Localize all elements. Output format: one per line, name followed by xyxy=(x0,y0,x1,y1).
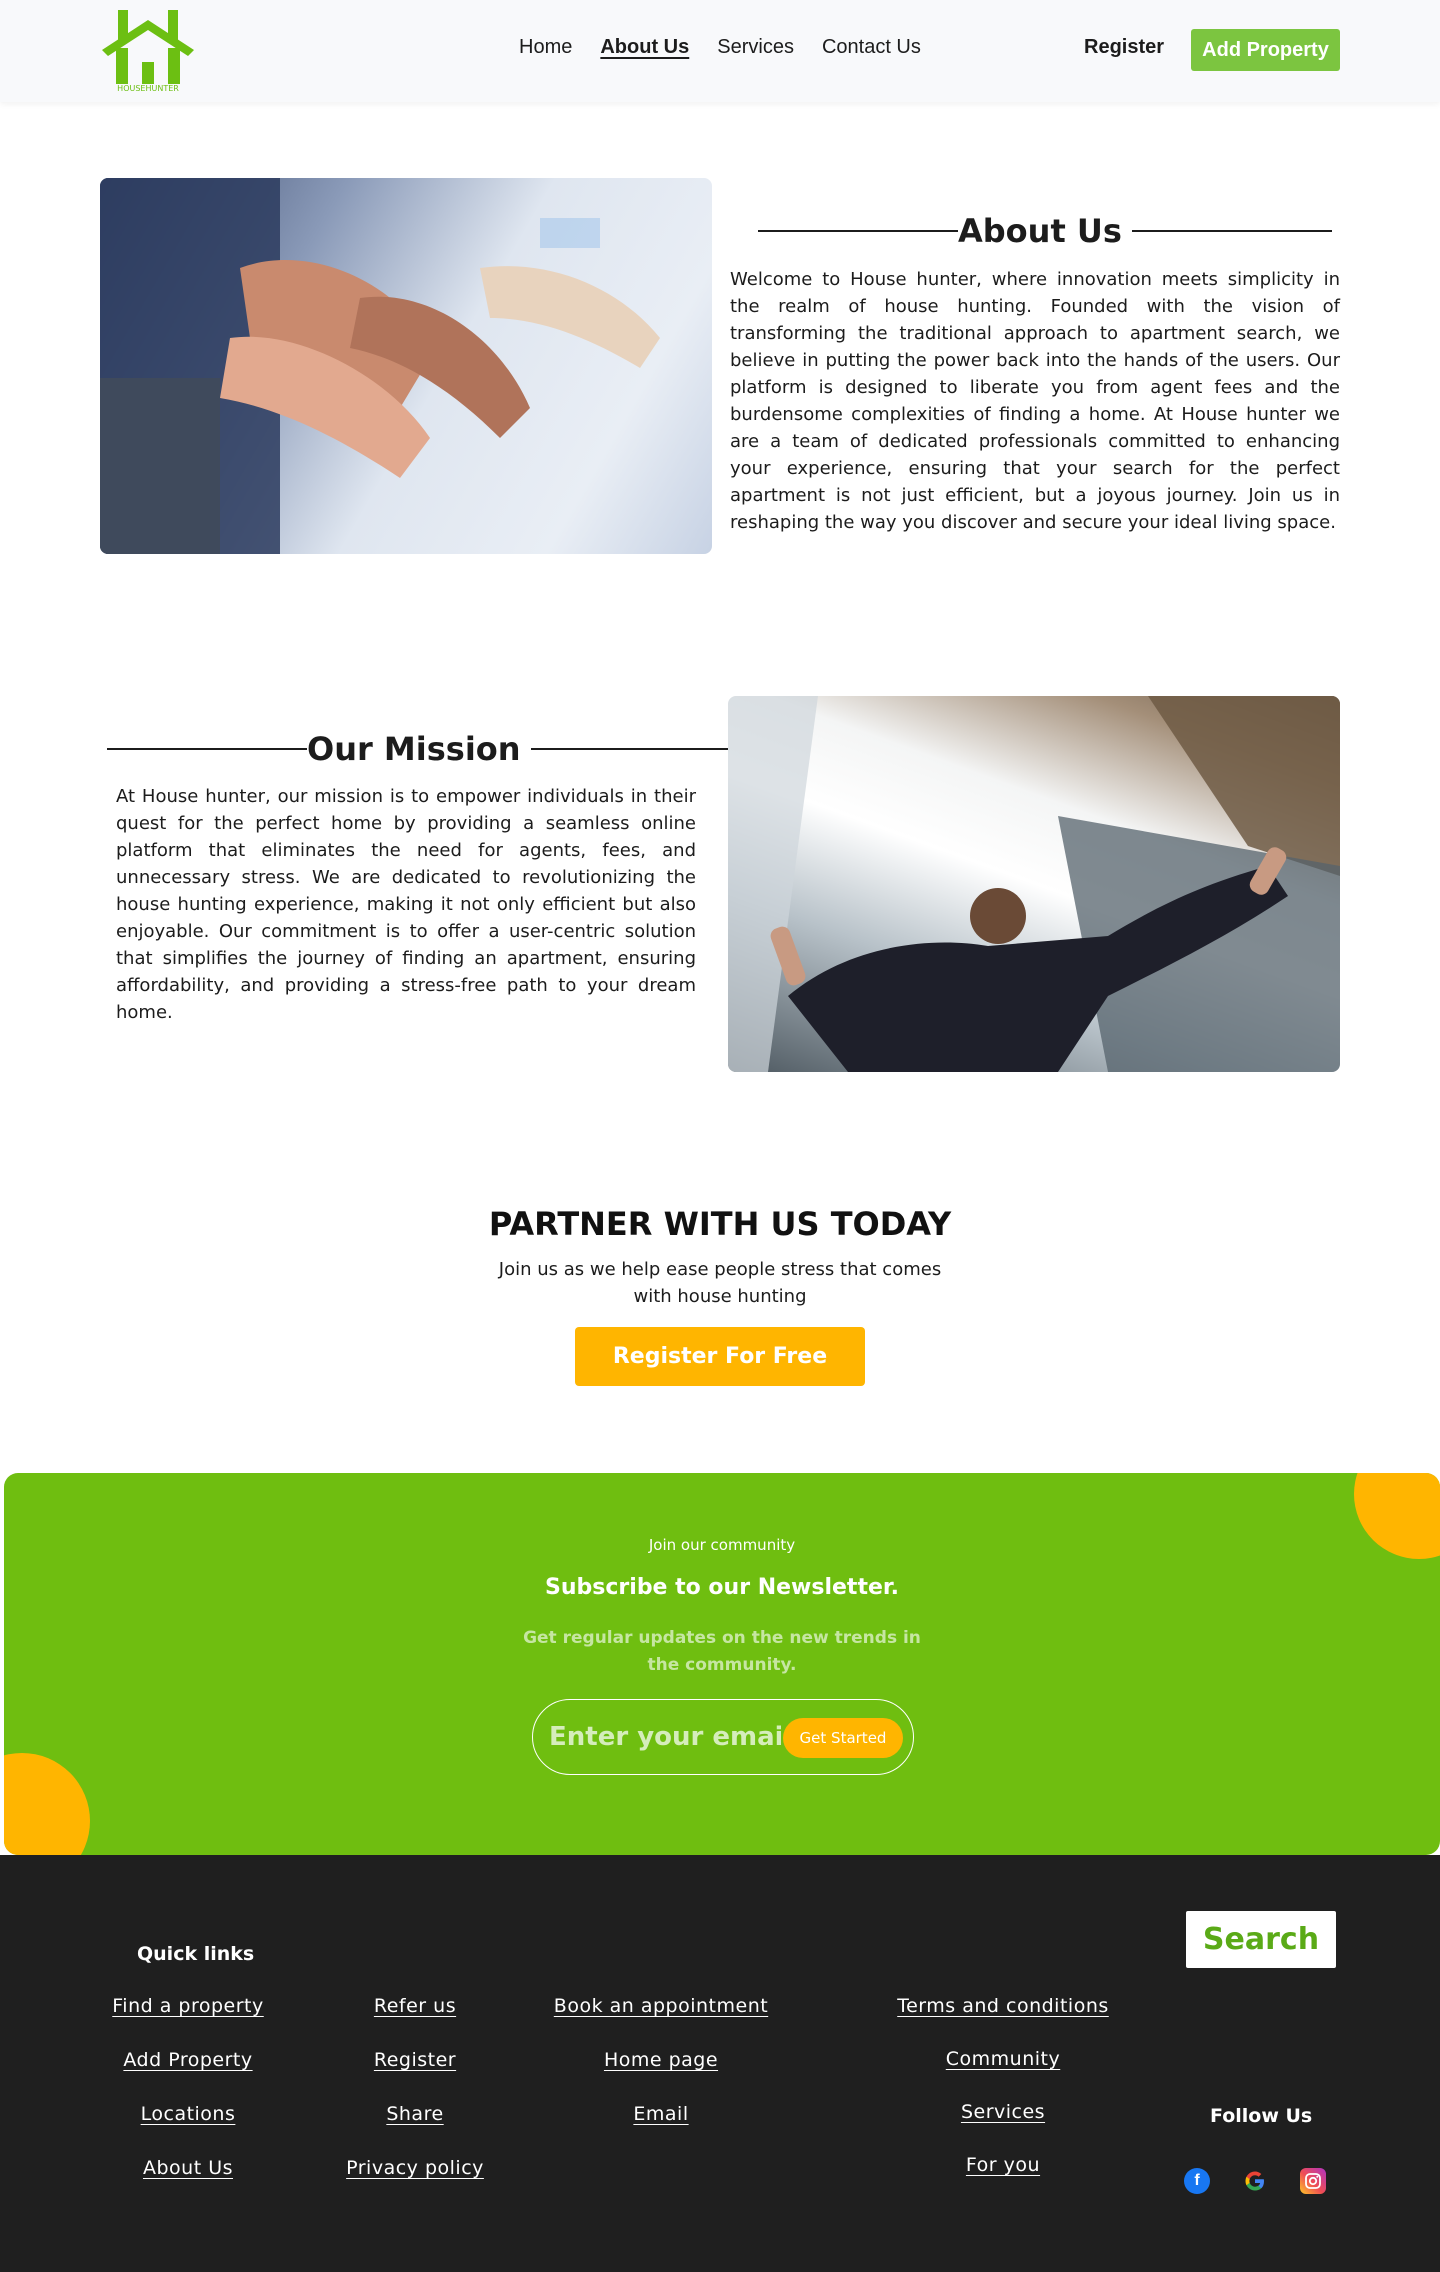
google-icon[interactable] xyxy=(1242,2168,1268,2194)
facebook-icon[interactable]: f xyxy=(1184,2168,1210,2194)
mission-title: Our Mission xyxy=(307,730,521,768)
footer-link-terms[interactable]: Terms and conditions xyxy=(897,1995,1109,2017)
newsletter-description: Get regular updates on the new trends in… xyxy=(523,1628,921,1675)
partner-subtitle: Join us as we help ease people stress th… xyxy=(498,1259,942,1307)
follow-us-heading: Follow Us xyxy=(1210,2105,1313,2127)
footer-link-for-you[interactable]: For you xyxy=(966,2154,1040,2176)
footer-link-privacy-policy[interactable]: Privacy policy xyxy=(346,2157,484,2179)
footer-search-button[interactable]: Search xyxy=(1186,1911,1336,1968)
partner-title: PARTNER WITH US TODAY xyxy=(488,1205,952,1243)
quick-links-heading: Quick links xyxy=(137,1943,255,1965)
footer-link-add-property[interactable]: Add Property xyxy=(123,2049,252,2071)
mission-heading: Our Mission xyxy=(107,730,731,768)
about-title: About Us xyxy=(958,212,1122,250)
about-heading: About Us xyxy=(758,212,1332,250)
newsletter-form: Get Started xyxy=(532,1699,914,1775)
about-text: Welcome to House hunter, where innovatio… xyxy=(730,269,1340,533)
decorative-circle-bottom-left xyxy=(4,1753,90,1855)
get-started-button[interactable]: Get Started xyxy=(783,1718,903,1758)
footer-link-locations[interactable]: Locations xyxy=(141,2103,236,2125)
newsletter-title: Subscribe to our Newsletter. xyxy=(545,1575,899,1600)
footer-link-share[interactable]: Share xyxy=(386,2103,443,2125)
nav-home[interactable]: Home xyxy=(519,36,572,59)
site-footer: Quick links Find a property Add Property… xyxy=(0,1855,1440,2272)
newsletter-kicker: Join our community xyxy=(648,1536,796,1554)
mission-text: At House hunter, our mission is to empow… xyxy=(116,786,696,1023)
house-hunter-logo[interactable]: HOUSEHUNTER xyxy=(100,8,196,96)
google-g-icon xyxy=(1245,2171,1264,2191)
footer-link-refer-us[interactable]: Refer us xyxy=(374,1995,456,2017)
nav-contact-us[interactable]: Contact Us xyxy=(822,36,921,59)
footer-link-community[interactable]: Community xyxy=(946,2048,1060,2070)
man-skyscraper-image xyxy=(728,696,1340,1072)
nav-services[interactable]: Services xyxy=(717,36,794,59)
footer-link-home-page[interactable]: Home page xyxy=(604,2049,718,2071)
footer-link-services[interactable]: Services xyxy=(961,2101,1045,2123)
teamwork-hands-image xyxy=(100,178,712,554)
register-link[interactable]: Register xyxy=(1084,36,1164,59)
newsletter-section: Join our community Subscribe to our News… xyxy=(4,1473,1440,1855)
heading-line-right xyxy=(1131,230,1332,232)
footer-link-book-appointment[interactable]: Book an appointment xyxy=(554,1995,768,2017)
add-property-button[interactable]: Add Property xyxy=(1191,29,1340,71)
footer-link-find-property[interactable]: Find a property xyxy=(112,1995,263,2017)
instagram-glyph-icon xyxy=(1305,2173,1321,2189)
footer-link-about-us[interactable]: About Us xyxy=(143,2157,233,2179)
top-navbar: HOUSEHUNTER Home About Us Services Conta… xyxy=(0,0,1440,102)
house-logo-icon xyxy=(102,10,194,84)
logo-text: HOUSEHUNTER xyxy=(117,84,179,93)
instagram-icon[interactable] xyxy=(1300,2168,1326,2194)
skyscraper-illustration xyxy=(728,696,1340,1072)
heading-line-right xyxy=(530,748,731,750)
nav-about-us[interactable]: About Us xyxy=(600,36,689,59)
footer-link-email[interactable]: Email xyxy=(633,2103,688,2125)
footer-link-register[interactable]: Register xyxy=(374,2049,456,2071)
register-for-free-button[interactable]: Register For Free xyxy=(575,1327,865,1386)
hands-illustration xyxy=(100,178,660,554)
heading-line-left xyxy=(758,230,958,232)
heading-line-left xyxy=(107,748,307,750)
email-input[interactable] xyxy=(549,1716,781,1758)
main-nav: Home About Us Services Contact Us xyxy=(519,36,949,59)
